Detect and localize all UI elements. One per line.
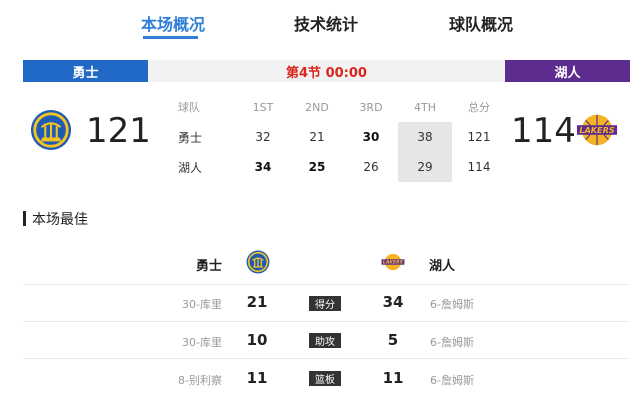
home-player-name: 30-库里 bbox=[182, 298, 222, 311]
tab-team-overview[interactable]: 球队概况 bbox=[449, 11, 513, 35]
divider bbox=[23, 321, 630, 322]
q3-score: 30 bbox=[362, 130, 380, 144]
q2-score: 25 bbox=[308, 160, 326, 174]
quarter-row-home: 勇士 32 21 30 38 121 bbox=[160, 122, 506, 152]
quarter-row-away: 湖人 34 25 26 29 114 bbox=[160, 152, 506, 182]
home-stat-value: 11 bbox=[246, 369, 268, 387]
away-stat-value: 34 bbox=[382, 293, 404, 311]
home-player-name: 8-别利察 bbox=[178, 374, 222, 387]
away-stat-value: 11 bbox=[382, 369, 404, 387]
total-score: 114 bbox=[467, 160, 491, 174]
row-team-name: 湖人 bbox=[178, 160, 203, 175]
stat-category-badge: 助攻 bbox=[309, 333, 341, 348]
tab-active-indicator bbox=[143, 36, 198, 39]
col-header-q4: 4TH bbox=[414, 100, 436, 114]
divider bbox=[23, 358, 630, 359]
away-player-name: 6-詹姆斯 bbox=[430, 336, 474, 349]
col-header-total: 总分 bbox=[468, 101, 490, 114]
lakers-logo-icon: LAKERS bbox=[381, 253, 405, 271]
best-home-team: 勇士 bbox=[196, 259, 223, 274]
home-team-label: 勇士 bbox=[23, 60, 148, 82]
tab-overview[interactable]: 本场概况 bbox=[141, 11, 205, 35]
home-score: 121 bbox=[86, 111, 151, 151]
away-team-label: 湖人 bbox=[505, 60, 630, 82]
divider bbox=[23, 284, 630, 285]
total-score: 121 bbox=[467, 130, 491, 144]
away-player-name: 6-詹姆斯 bbox=[430, 374, 474, 387]
svg-text:LAKERS: LAKERS bbox=[383, 260, 404, 266]
q4-score: 29 bbox=[398, 152, 452, 182]
q1-score: 34 bbox=[254, 160, 272, 174]
section-marker bbox=[23, 211, 26, 226]
away-stat-value: 5 bbox=[387, 331, 399, 349]
col-header-team: 球队 bbox=[178, 101, 200, 114]
q2-score: 21 bbox=[309, 130, 325, 144]
q1-score: 32 bbox=[255, 130, 271, 144]
stat-category-badge: 得分 bbox=[309, 296, 341, 311]
quarter-score-table: 球队 1ST 2ND 3RD 4TH 总分 勇士 32 21 30 38 121… bbox=[160, 92, 506, 182]
home-stat-value: 21 bbox=[246, 293, 268, 311]
warriors-logo-icon bbox=[246, 250, 270, 274]
home-stat-value: 10 bbox=[246, 331, 268, 349]
away-player-name: 6-詹姆斯 bbox=[430, 298, 474, 311]
svg-text:LAKERS: LAKERS bbox=[579, 125, 615, 135]
stat-category-badge: 篮板 bbox=[309, 371, 341, 386]
col-header-q1: 1ST bbox=[252, 100, 274, 114]
q3-score: 26 bbox=[363, 160, 379, 174]
lakers-logo-icon: LAKERS bbox=[576, 114, 618, 146]
tab-stats[interactable]: 技术统计 bbox=[294, 11, 358, 35]
col-header-q2: 2ND bbox=[305, 100, 329, 114]
section-title: 本场最佳 bbox=[32, 212, 88, 228]
warriors-logo-icon bbox=[30, 109, 72, 151]
best-away-team: 湖人 bbox=[429, 259, 456, 274]
col-header-q3: 3RD bbox=[359, 100, 383, 114]
game-period: 第4节 00:00 bbox=[286, 65, 367, 81]
home-player-name: 30-库里 bbox=[182, 336, 222, 349]
q4-score: 38 bbox=[398, 122, 452, 152]
away-score: 114 bbox=[511, 111, 576, 151]
row-team-name: 勇士 bbox=[178, 130, 203, 145]
quarter-header-row: 球队 1ST 2ND 3RD 4TH 总分 bbox=[160, 92, 506, 122]
